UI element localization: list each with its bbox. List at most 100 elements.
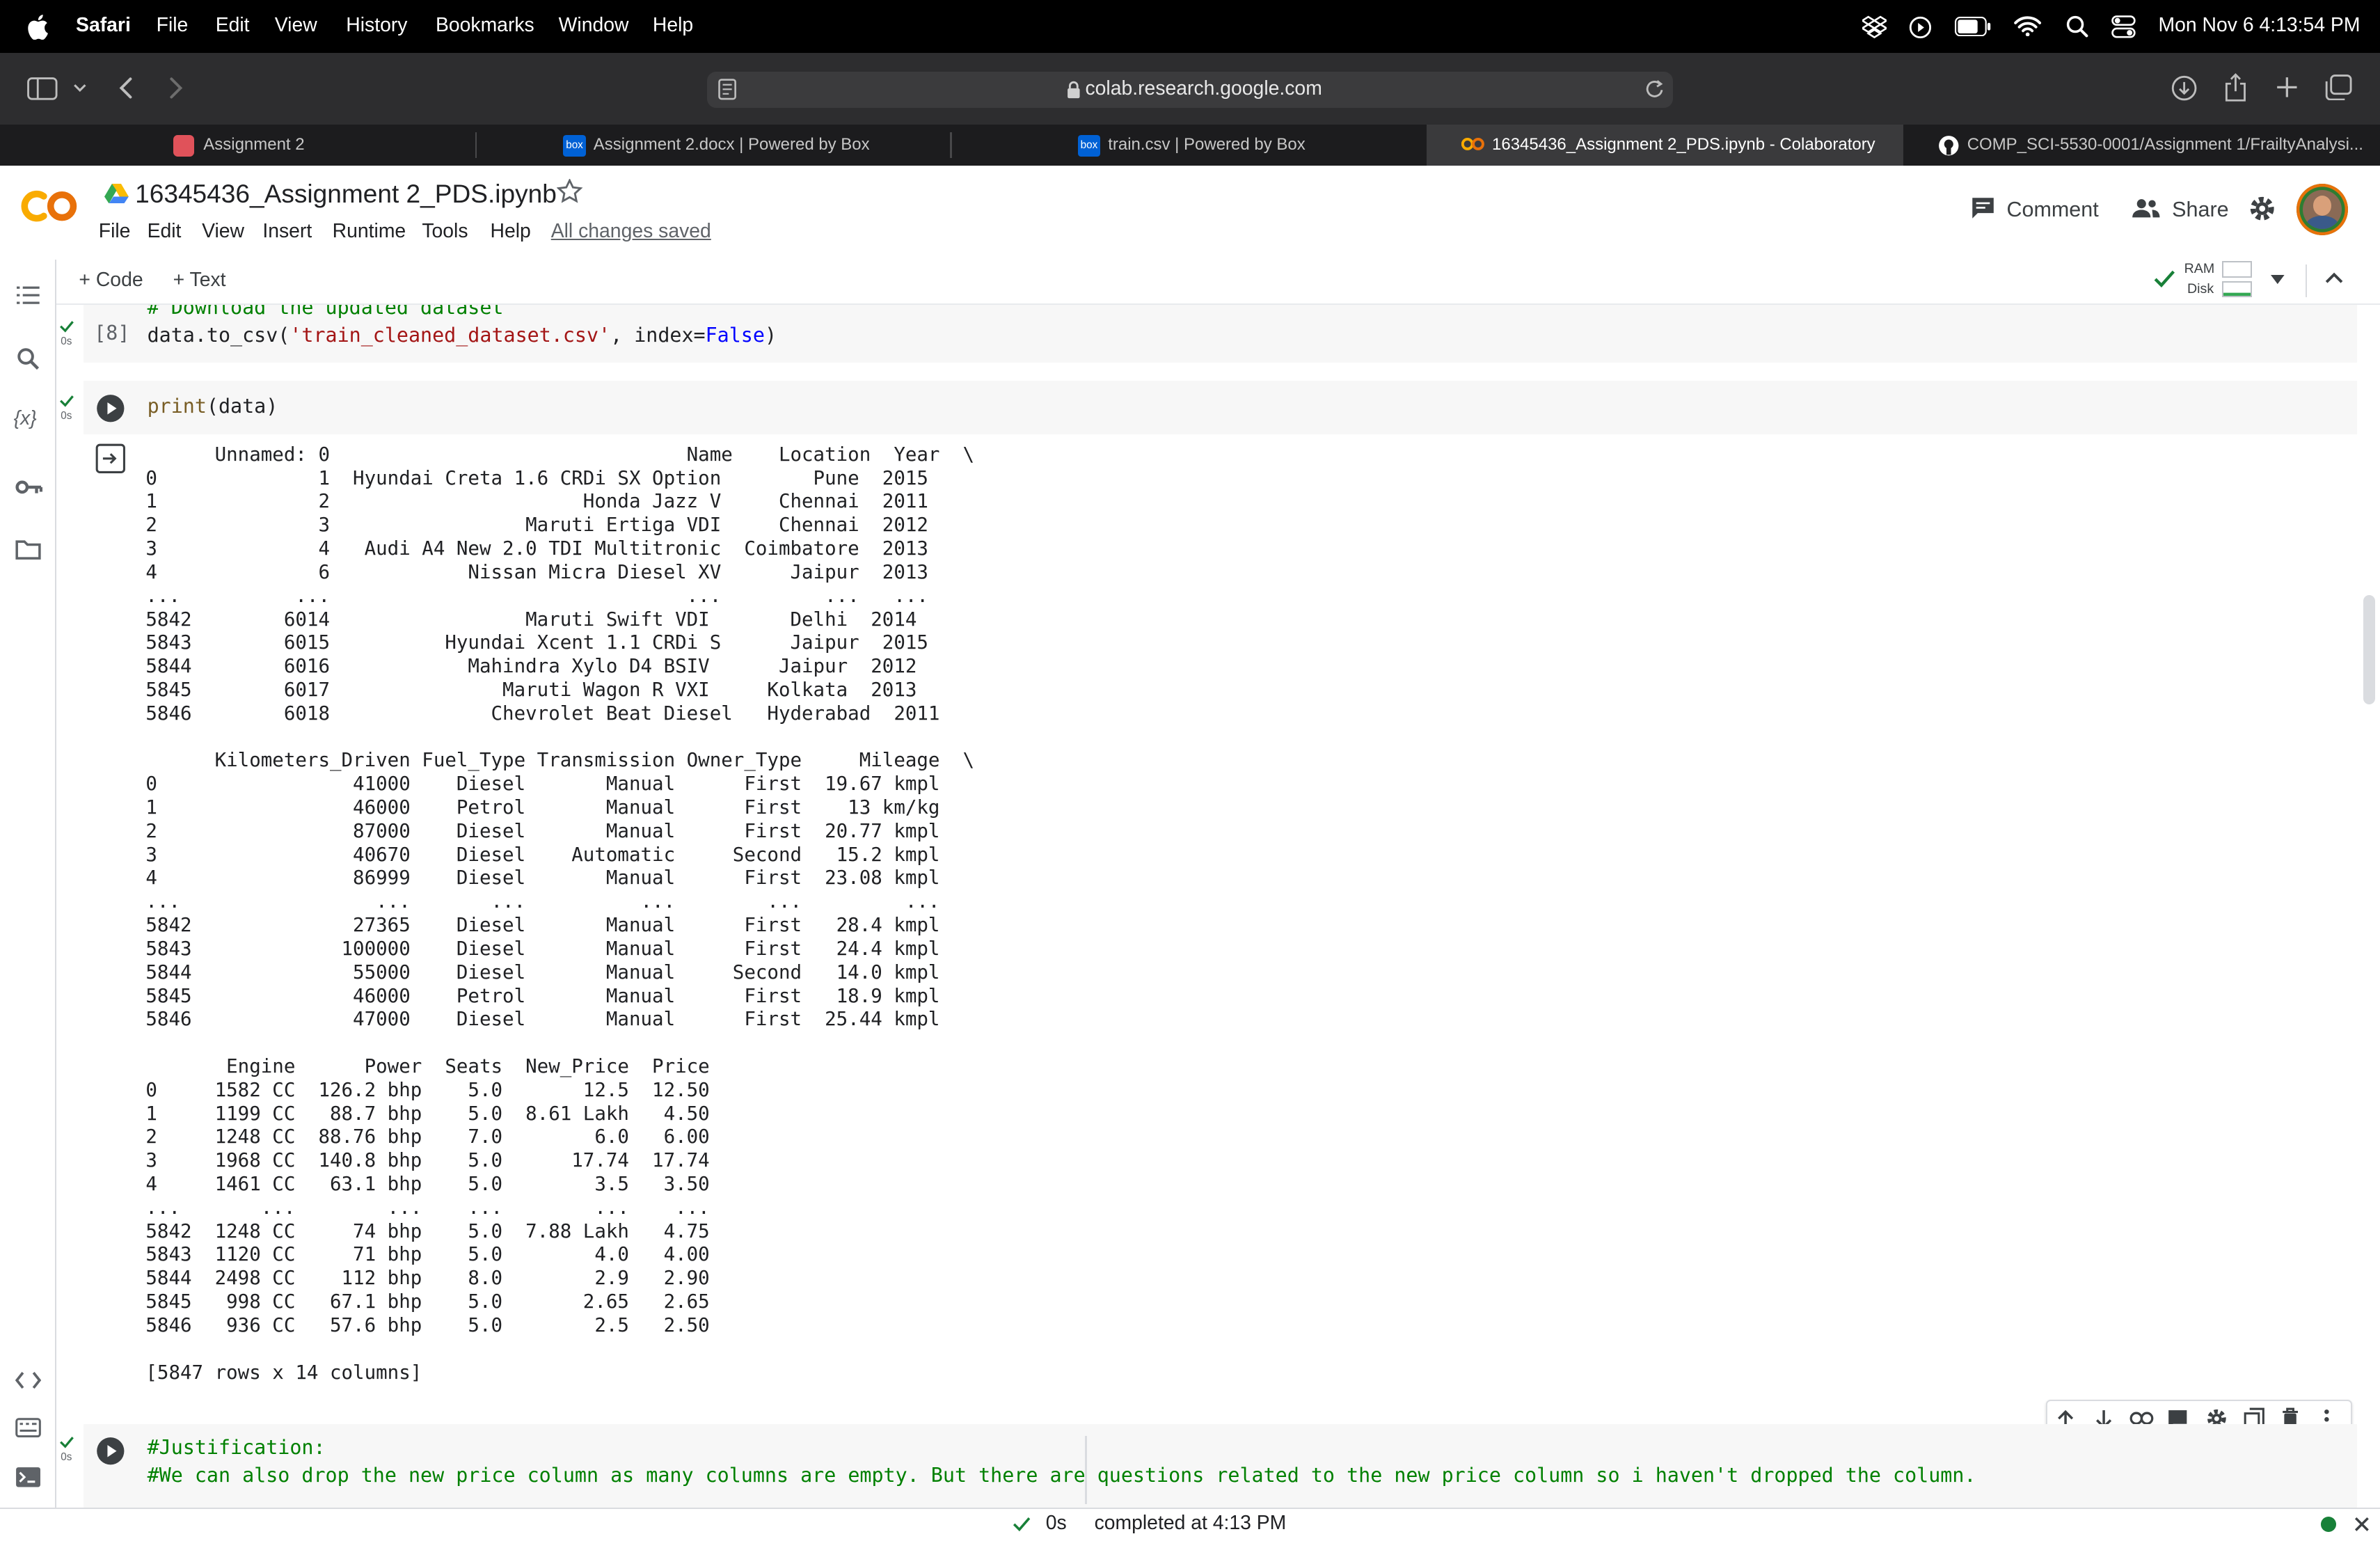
tab-train-csv[interactable]: box train.csv | Powered by Box xyxy=(952,125,1427,166)
tab-colab-notebook[interactable]: 16345436_Assignment 2_PDS.ipynb - Colabo… xyxy=(1427,124,1904,166)
menu-window[interactable]: Window xyxy=(559,14,629,37)
menu-history[interactable]: History xyxy=(346,14,407,37)
sidebar-toggle-icon[interactable] xyxy=(27,77,58,100)
star-icon[interactable] xyxy=(557,179,583,203)
cell-output-dataframe: Unnamed: 0 Name Location Year \ 0 1 Hyun… xyxy=(145,443,975,1384)
dropbox-icon[interactable] xyxy=(1862,15,1887,38)
colab-menu-runtime[interactable]: Runtime xyxy=(333,220,406,243)
cell-executed-check-icon xyxy=(60,321,74,333)
code-cell-print[interactable] xyxy=(83,381,2358,434)
control-center-icon[interactable] xyxy=(2111,15,2136,38)
colab-menu-insert[interactable]: Insert xyxy=(262,220,312,243)
code-comment-reason: #We can also drop the new price column a… xyxy=(147,1463,1976,1487)
chevron-down-icon[interactable] xyxy=(73,84,87,93)
cell-exec-time: 0s xyxy=(61,409,72,422)
status-completed: completed at 4:13 PM xyxy=(1094,1512,1287,1535)
disk-usage-bar[interactable] xyxy=(2222,280,2253,298)
battery-icon[interactable] xyxy=(1955,16,1991,37)
address-bar[interactable]: colab.research.google.com xyxy=(707,71,1673,108)
share-sheet-icon[interactable] xyxy=(2223,72,2248,104)
status-check-icon xyxy=(1013,1517,1031,1531)
collapse-header-icon[interactable] xyxy=(2325,271,2343,284)
cell-executed-check-icon xyxy=(60,1437,74,1448)
tab-label: 16345436_Assignment 2_PDS.ipynb - Colabo… xyxy=(1492,134,1875,154)
share-people-icon[interactable] xyxy=(2131,198,2161,219)
tab-assignment-2[interactable]: Assignment 2 xyxy=(0,125,475,166)
colab-menu-tools[interactable]: Tools xyxy=(422,220,468,243)
comment-icon[interactable] xyxy=(1970,196,1996,221)
search-icon[interactable] xyxy=(17,347,40,370)
command-palette-icon[interactable] xyxy=(15,1418,41,1438)
box-icon: box xyxy=(1077,135,1101,157)
menu-help[interactable]: Help xyxy=(653,14,693,37)
code-line-print: print(data) xyxy=(147,395,278,418)
table-of-contents-icon[interactable] xyxy=(16,285,40,305)
add-text-cell-button[interactable]: + Text xyxy=(173,269,226,292)
colab-menu-file[interactable]: File xyxy=(99,220,131,243)
disk-label: Disk xyxy=(2187,280,2214,297)
cell-exec-time: 0s xyxy=(61,335,72,347)
variables-icon[interactable]: {x} xyxy=(14,407,37,430)
menubar-clock[interactable]: Mon Nov 6 4:13:54 PM xyxy=(2159,14,2361,37)
close-icon[interactable] xyxy=(2354,1517,2370,1532)
secrets-key-icon[interactable] xyxy=(15,480,43,495)
runtime-dropdown-icon[interactable] xyxy=(2270,274,2285,284)
menu-file[interactable]: File xyxy=(157,14,189,37)
run-cell-button-icon[interactable] xyxy=(95,393,126,424)
save-status[interactable]: All changes saved xyxy=(551,220,711,243)
reader-page-icon[interactable] xyxy=(717,79,736,100)
tab-overview-icon[interactable] xyxy=(2325,74,2352,100)
download-icon[interactable] xyxy=(2171,74,2198,102)
notebook-title[interactable]: 16345436_Assignment 2_PDS.ipynb xyxy=(135,179,557,209)
share-button[interactable]: Share xyxy=(2172,198,2228,222)
new-tab-plus-icon[interactable] xyxy=(2276,76,2299,99)
output-actions-icon[interactable] xyxy=(95,443,126,474)
status-elapsed: 0s xyxy=(1045,1512,1067,1535)
settings-gear-icon[interactable] xyxy=(2248,194,2276,223)
left-sidebar xyxy=(0,259,56,1508)
reload-icon[interactable] xyxy=(1645,79,1665,100)
ram-usage-bar[interactable] xyxy=(2222,261,2253,278)
apple-icon[interactable] xyxy=(27,14,49,40)
colab-logo-icon xyxy=(1461,138,1485,151)
notebook-scrollbar-thumb[interactable] xyxy=(2363,594,2376,705)
code-line: data.to_csv('train_cleaned_dataset.csv',… xyxy=(147,323,777,347)
app-favicon-icon xyxy=(173,135,195,157)
forward-arrow-icon[interactable] xyxy=(168,76,184,100)
menu-view[interactable]: View xyxy=(275,14,317,37)
back-arrow-icon[interactable] xyxy=(118,76,134,100)
box-icon: box xyxy=(563,135,586,157)
url-text[interactable]: colab.research.google.com xyxy=(1085,77,1322,100)
google-drive-icon[interactable] xyxy=(104,183,129,204)
tab-label: Assignment 2.docx | Powered by Box xyxy=(593,134,870,154)
colab-menu-help[interactable]: Help xyxy=(491,220,531,243)
media-play-icon[interactable] xyxy=(1908,15,1933,40)
colab-menu-edit[interactable]: Edit xyxy=(148,220,182,243)
tab-assignment-docx[interactable]: box Assignment 2.docx | Powered by Box xyxy=(477,125,951,166)
tab-label: COMP_SCI-5530-0001/Assignment 1/FrailtyA… xyxy=(1967,134,2363,154)
code-comment-justification: #Justification: xyxy=(147,1436,326,1460)
notebook-area: 0s [8] # Download the updated dataset da… xyxy=(55,305,2362,1508)
colab-menu-view[interactable]: View xyxy=(202,220,244,243)
wifi-icon[interactable] xyxy=(2014,15,2042,37)
comment-button[interactable]: Comment xyxy=(2006,198,2098,222)
cell-exec-count: [8] xyxy=(94,322,130,345)
user-avatar[interactable] xyxy=(2296,183,2349,236)
terminal-icon[interactable] xyxy=(15,1467,41,1488)
app-menu-safari[interactable]: Safari xyxy=(76,14,131,37)
github-icon xyxy=(1939,136,1959,156)
spotlight-search-icon[interactable] xyxy=(2066,15,2089,38)
code-snippets-icon[interactable] xyxy=(15,1371,41,1389)
menu-bookmarks[interactable]: Bookmarks xyxy=(436,14,534,37)
cell-exec-time: 0s xyxy=(61,1451,72,1464)
code-comment: # Download the updated dataset xyxy=(147,305,504,319)
tab-label: train.csv | Powered by Box xyxy=(1108,134,1306,154)
menu-edit[interactable]: Edit xyxy=(216,14,250,37)
add-code-cell-button[interactable]: + Code xyxy=(79,269,143,292)
run-cell-button-icon[interactable] xyxy=(95,1436,126,1467)
tab-github[interactable]: COMP_SCI-5530-0001/Assignment 1/FrailtyA… xyxy=(1905,125,2380,166)
colab-logo-icon[interactable] xyxy=(19,188,80,224)
files-folder-icon[interactable] xyxy=(15,540,41,560)
lock-icon xyxy=(1068,81,1080,98)
status-bar: 0s completed at 4:13 PM xyxy=(0,1507,2380,1541)
